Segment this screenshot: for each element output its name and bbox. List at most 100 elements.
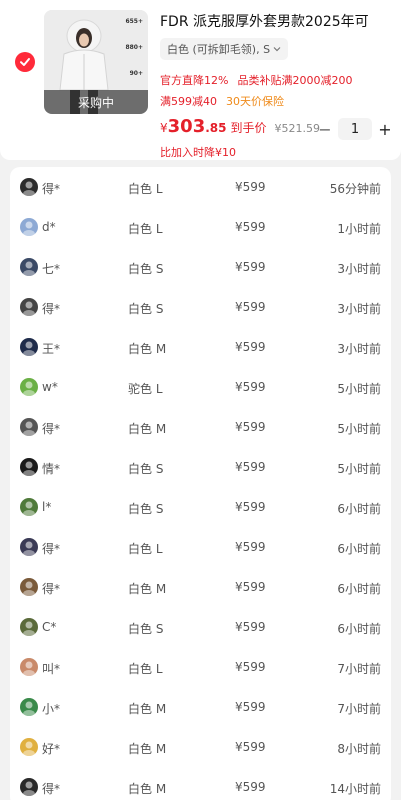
- purchase-price: ¥599: [235, 300, 266, 314]
- purchase-record-list: 得* 白色 L ¥599 56分钟前 d* 白色 L ¥599 1小时前 七* 白色 S ¥599 3…: [10, 167, 391, 800]
- purchased-variant: 白色 M: [128, 582, 167, 596]
- thumb-status-tag: 采购中: [44, 90, 148, 114]
- buyer-name: 叫*: [42, 662, 61, 676]
- purchase-time: 6小时前: [337, 622, 381, 636]
- avatar: [20, 298, 38, 316]
- thumb-spec-1: 655+: [125, 18, 143, 25]
- product-thumbnail[interactable]: 655+ 880+ 90+ 采购中: [44, 10, 148, 114]
- avatar: [20, 258, 38, 276]
- purchased-variant: 驼色 L: [128, 382, 163, 396]
- table-row: 得* 白色 M ¥599 14小时前: [10, 767, 391, 800]
- purchase-price: ¥599: [235, 220, 266, 234]
- avatar: [20, 618, 38, 636]
- avatar: [20, 458, 38, 476]
- price-row: ¥303.85 到手价 ¥521.59: [160, 116, 320, 137]
- purchased-variant: 白色 M: [128, 702, 167, 716]
- purchased-variant: 白色 S: [128, 622, 164, 636]
- promo-tag: 品类补贴满2000减200: [237, 74, 353, 87]
- table-row: 好* 白色 M ¥599 8小时前: [10, 727, 391, 767]
- purchase-price: ¥599: [235, 500, 266, 514]
- purchase-time: 7小时前: [337, 662, 381, 676]
- buyer-name: 七*: [42, 262, 61, 276]
- avatar: [20, 498, 38, 516]
- promo-row-2: 满599减40 30天价保险: [160, 93, 284, 109]
- table-row: 得* 白色 L ¥599 56分钟前: [10, 167, 391, 207]
- purchased-variant: 白色 S: [128, 262, 164, 276]
- purchase-time: 14小时前: [329, 782, 381, 796]
- chevron-down-icon: [273, 43, 281, 56]
- table-row: 得* 白色 S ¥599 3小时前: [10, 287, 391, 327]
- purchase-time: 6小时前: [337, 502, 381, 516]
- purchased-variant: 白色 S: [128, 502, 164, 516]
- price-integer: 303: [167, 116, 206, 137]
- buyer-name: 小*: [42, 702, 61, 716]
- price-label: 到手价: [230, 121, 267, 135]
- purchase-time: 3小时前: [337, 262, 381, 276]
- purchase-price: ¥599: [235, 460, 266, 474]
- buyer-name: 得*: [42, 302, 61, 316]
- buyer-name: 得*: [42, 782, 61, 796]
- avatar: [20, 378, 38, 396]
- original-price: ¥521.59: [274, 122, 321, 135]
- variant-label: 白色 (可拆卸毛领), S: [167, 43, 271, 56]
- purchase-price: ¥599: [235, 740, 266, 754]
- purchased-variant: 白色 S: [128, 462, 164, 476]
- variant-selector[interactable]: 白色 (可拆卸毛领), S: [160, 38, 289, 60]
- selected-check-icon[interactable]: [15, 52, 35, 72]
- purchase-price: ¥599: [235, 580, 266, 594]
- avatar: [20, 218, 38, 236]
- purchase-time: 7小时前: [337, 702, 381, 716]
- table-row: 王* 白色 M ¥599 3小时前: [10, 327, 391, 367]
- purchased-variant: 白色 M: [128, 742, 167, 756]
- purchase-price: ¥599: [235, 700, 266, 714]
- thumb-spec-3: 90+: [129, 70, 143, 77]
- product-card: 655+ 880+ 90+ 采购中 FDR 派克服厚外套男款2025年可 白色 …: [0, 0, 401, 160]
- purchase-price: ¥599: [235, 780, 266, 794]
- purchase-price: ¥599: [235, 340, 266, 354]
- thumb-spec-2: 880+: [125, 44, 143, 51]
- purchase-time: 5小时前: [337, 382, 381, 396]
- purchase-price: ¥599: [235, 540, 266, 554]
- purchase-time: 1小时前: [337, 222, 381, 236]
- price-decimal: .85: [205, 121, 227, 135]
- purchased-variant: 白色 L: [128, 182, 163, 196]
- table-row: d* 白色 L ¥599 1小时前: [10, 207, 391, 247]
- promo-tag: 满599减40: [160, 95, 217, 108]
- purchase-price: ¥599: [235, 380, 266, 394]
- table-row: 得* 白色 L ¥599 6小时前: [10, 527, 391, 567]
- price-protect-tag: 30天价保险: [226, 95, 284, 108]
- avatar: [20, 778, 38, 796]
- avatar: [20, 338, 38, 356]
- purchase-time: 8小时前: [337, 742, 381, 756]
- decrease-button[interactable]: −: [318, 120, 332, 139]
- buyer-name: 得*: [42, 422, 61, 436]
- buyer-name: w*: [42, 380, 58, 394]
- buyer-name: C*: [42, 620, 57, 634]
- purchased-variant: 白色 S: [128, 302, 164, 316]
- price-drop-note: 比加入时降¥10: [160, 146, 236, 159]
- purchased-variant: 白色 L: [128, 542, 163, 556]
- table-row: 得* 白色 M ¥599 6小时前: [10, 567, 391, 607]
- price-currency: ¥: [160, 121, 168, 135]
- table-row: 情* 白色 S ¥599 5小时前: [10, 447, 391, 487]
- product-title[interactable]: FDR 派克服厚外套男款2025年可: [160, 11, 396, 31]
- purchase-time: 6小时前: [337, 582, 381, 596]
- buyer-name: l*: [42, 500, 52, 514]
- purchase-time: 3小时前: [337, 342, 381, 356]
- promo-row-1: 官方直降12% 品类补贴满2000减200: [160, 72, 352, 88]
- table-row: C* 白色 S ¥599 6小时前: [10, 607, 391, 647]
- buyer-name: 情*: [42, 462, 61, 476]
- table-row: 得* 白色 M ¥599 5小时前: [10, 407, 391, 447]
- buyer-name: 得*: [42, 542, 61, 556]
- purchased-variant: 白色 L: [128, 662, 163, 676]
- quantity-value[interactable]: 1: [338, 118, 372, 140]
- avatar: [20, 658, 38, 676]
- avatar: [20, 178, 38, 196]
- avatar: [20, 418, 38, 436]
- purchased-variant: 白色 M: [128, 422, 167, 436]
- buyer-name: 王*: [42, 342, 61, 356]
- purchase-time: 6小时前: [337, 542, 381, 556]
- avatar: [20, 538, 38, 556]
- purchase-time: 56分钟前: [329, 182, 381, 196]
- increase-button[interactable]: +: [378, 120, 392, 139]
